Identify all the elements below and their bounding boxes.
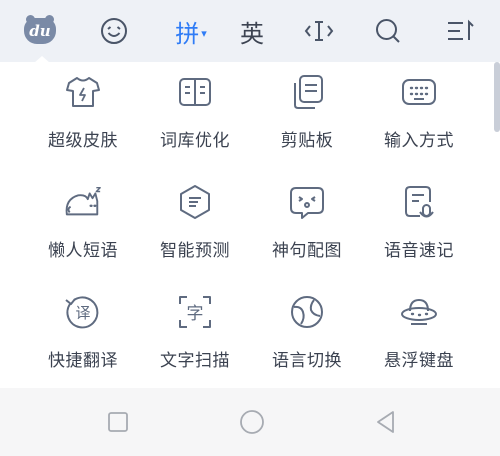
logo-button[interactable]: du	[12, 8, 68, 54]
clipboard-icon	[287, 72, 327, 112]
system-nav-bar	[0, 388, 500, 456]
grid-item-super-skin[interactable]: 超级皮肤	[21, 68, 145, 178]
home-icon	[240, 410, 264, 434]
chevron-down-icon: ▾	[201, 26, 207, 40]
grid-item-sentence-image[interactable]: 神句配图	[245, 178, 369, 288]
tshirt-icon	[63, 72, 103, 112]
keyboard-toolbar: du 拼 ▾ 英	[0, 0, 500, 63]
pinyin-mode-button[interactable]: 拼 ▾	[163, 8, 219, 54]
grid-item-label: 输入方式	[384, 131, 454, 151]
grid-item-label: 神句配图	[272, 241, 342, 261]
grid-item-lazy-phrases[interactable]: 懒人短语	[21, 178, 145, 288]
grid-item-label: 懒人短语	[48, 241, 118, 261]
logo-text: du	[29, 22, 51, 40]
cursor-icon	[304, 21, 334, 41]
grid-item-label: 智能预测	[160, 241, 230, 261]
grid-item-floating-keyboard[interactable]: 悬浮键盘	[357, 288, 481, 398]
grid-item-smart-predict[interactable]: 智能预测	[133, 178, 257, 288]
grid-item-text-scan[interactable]: 字 文字扫描	[133, 288, 257, 398]
sticker-icon	[287, 182, 327, 222]
panel-scrollbar[interactable]	[494, 62, 500, 132]
english-label: 英	[240, 19, 264, 48]
keyboard-icon	[399, 72, 439, 112]
svg-text:译: 译	[75, 304, 90, 322]
home-button[interactable]	[238, 408, 266, 436]
function-panel: 超级皮肤 词库优化 剪贴板 输入方式 懒人短语 智能预测 神句配图 语音速记 译…	[0, 62, 500, 388]
predict-icon	[175, 182, 215, 222]
pinyin-label: 拼	[175, 19, 200, 48]
search-button[interactable]	[360, 8, 416, 54]
grid-item-label: 语音速记	[384, 241, 454, 261]
svg-text:字: 字	[187, 304, 204, 324]
cursor-move-button[interactable]	[291, 8, 347, 54]
grid-item-label: 悬浮键盘	[384, 351, 454, 371]
voice-note-icon	[399, 182, 439, 222]
ufo-icon	[399, 292, 439, 332]
grid-item-label: 语言切换	[272, 351, 342, 371]
grid-item-voice-note[interactable]: 语音速记	[357, 178, 481, 288]
recent-apps-icon	[108, 412, 128, 432]
back-icon	[377, 411, 394, 433]
grid-item-quick-translate[interactable]: 译 快捷翻译	[21, 288, 145, 398]
grid-item-label: 超级皮肤	[48, 131, 118, 151]
function-grid: 超级皮肤 词库优化 剪贴板 输入方式 懒人短语 智能预测 神句配图 语音速记 译…	[0, 62, 494, 388]
collapse-icon	[448, 19, 474, 40]
book-icon	[175, 72, 215, 112]
back-button[interactable]	[372, 408, 400, 436]
cat-icon	[63, 182, 103, 222]
grid-item-label: 词库优化	[160, 131, 230, 151]
grid-item-label: 剪贴板	[280, 131, 334, 151]
baidu-logo-icon: du	[24, 15, 56, 44]
emoji-icon	[101, 18, 127, 44]
grid-item-label: 文字扫描	[160, 351, 230, 371]
search-icon	[376, 19, 400, 43]
translate-icon: 译	[63, 292, 103, 332]
globe-icon	[287, 292, 327, 332]
emoji-button[interactable]	[86, 8, 142, 54]
grid-item-language-switch[interactable]: 语言切换	[245, 288, 369, 398]
grid-item-dictionary-optimize[interactable]: 词库优化	[133, 68, 257, 178]
recent-apps-button[interactable]	[104, 408, 132, 436]
collapse-button[interactable]	[432, 8, 488, 54]
english-mode-button[interactable]: 英	[224, 8, 280, 54]
grid-item-label: 快捷翻译	[48, 351, 118, 371]
scan-icon: 字	[175, 292, 215, 332]
grid-item-clipboard[interactable]: 剪贴板	[245, 68, 369, 178]
grid-item-input-method[interactable]: 输入方式	[357, 68, 481, 178]
